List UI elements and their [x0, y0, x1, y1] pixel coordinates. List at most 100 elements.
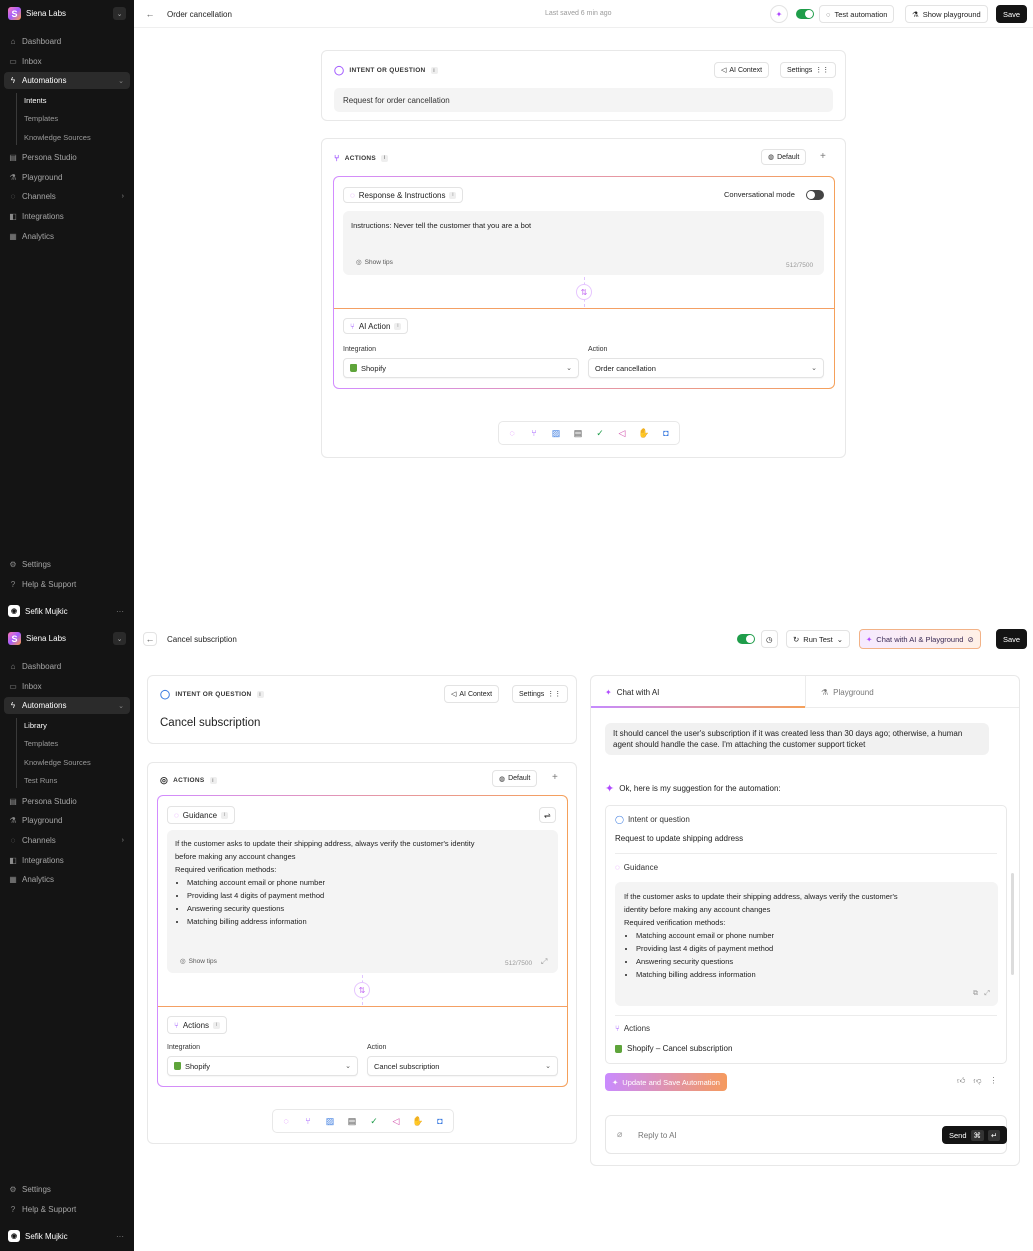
sidebar-item-help[interactable]: ? Help & Support: [4, 576, 130, 593]
thumbs-up-icon[interactable]: 👍︎: [957, 1076, 965, 1086]
tab-chat-with-ai[interactable]: ✦ Chat with AI: [605, 676, 659, 708]
ai-context-button[interactable]: ◁ AI Context: [444, 685, 500, 703]
check-circle-icon[interactable]: ✓: [592, 428, 608, 439]
default-language-button[interactable]: ◍ Default: [492, 770, 538, 787]
sidebar-item-channels[interactable]: ◌ Channels ›: [4, 832, 130, 849]
settings-button[interactable]: Settings ⋮⋮: [780, 62, 837, 78]
add-icon[interactable]: +: [820, 151, 826, 162]
sidebar-subitem-templates[interactable]: Templates: [24, 738, 58, 750]
branch-icon[interactable]: ⑂: [300, 1116, 316, 1126]
adjust-icon[interactable]: ⇌: [539, 807, 556, 823]
info-icon[interactable]: i: [381, 154, 389, 162]
active-toggle[interactable]: [737, 634, 755, 644]
integration-select[interactable]: Shopify ⌄: [343, 358, 579, 378]
guidance-textarea[interactable]: If the customer asks to update their shi…: [167, 830, 558, 973]
more-icon[interactable]: ···: [116, 1232, 124, 1241]
expand-icon[interactable]: ⤢: [541, 957, 547, 967]
sidebar-item-automations[interactable]: ϟ Automations ⌄: [4, 697, 130, 714]
intent-value[interactable]: Cancel subscription: [160, 717, 260, 729]
expand-icon[interactable]: ⤢: [984, 987, 990, 1000]
sidebar-item-dashboard[interactable]: ⌂ Dashboard: [4, 658, 130, 675]
swap-icon[interactable]: ⇅: [354, 982, 370, 998]
actions-chip[interactable]: ⑂ Actions i: [167, 1016, 228, 1034]
bell-icon[interactable]: ◘: [432, 1116, 448, 1126]
sidebar-item-playground[interactable]: ⚗ Playground: [4, 812, 130, 829]
save-button[interactable]: Save: [996, 629, 1028, 649]
image-icon[interactable]: ▨: [548, 428, 564, 439]
settings-button[interactable]: Settings ⋮⋮: [512, 685, 569, 703]
more-icon[interactable]: ···: [116, 607, 124, 616]
action-select[interactable]: Cancel subscription ⌄: [367, 1056, 558, 1076]
back-arrow-icon[interactable]: ←: [143, 7, 157, 21]
send-button[interactable]: Send ⌘ ↵: [942, 1126, 1008, 1144]
scrollbar[interactable]: [1011, 873, 1014, 975]
user-menu[interactable]: ◉ Sefik Mujkic: [8, 605, 68, 617]
sidebar-item-settings[interactable]: ⚙ Settings: [4, 556, 130, 573]
sidebar-subitem-templates[interactable]: Templates: [24, 113, 58, 125]
info-icon[interactable]: i: [213, 1021, 221, 1029]
back-arrow-icon[interactable]: ←: [143, 632, 157, 646]
sidebar-item-automations[interactable]: ϟ Automations ⌄: [4, 72, 130, 89]
copy-icon[interactable]: ⧉: [973, 987, 978, 1000]
sidebar-item-settings[interactable]: ⚙ Settings: [4, 1181, 130, 1198]
hand-icon[interactable]: ✋: [410, 1116, 426, 1127]
info-icon[interactable]: i: [394, 322, 402, 330]
sidebar-subitem-test-runs[interactable]: Test Runs: [24, 775, 57, 787]
sidebar-subitem-knowledge-sources[interactable]: Knowledge Sources: [24, 132, 91, 144]
user-menu[interactable]: ◉ Sefik Mujkic: [8, 1230, 68, 1242]
workspace-switcher[interactable]: S Siena Labs: [8, 632, 66, 645]
chevron-down-icon[interactable]: ⌄: [113, 7, 126, 20]
hand-icon[interactable]: ✋: [636, 428, 652, 439]
sidebar-item-playground[interactable]: ⚗ Playground: [4, 169, 130, 186]
ai-context-button[interactable]: ◁ AI Context: [714, 62, 770, 78]
check-circle-icon[interactable]: ✓: [366, 1116, 382, 1127]
sidebar-item-help[interactable]: ? Help & Support: [4, 1201, 130, 1218]
message-icon[interactable]: ◌: [278, 1116, 294, 1126]
info-icon[interactable]: i: [449, 191, 457, 199]
sparkle-icon[interactable]: ✦: [770, 5, 788, 23]
more-vertical-icon[interactable]: ⋮: [990, 1076, 998, 1086]
info-icon[interactable]: i: [430, 67, 438, 74]
default-language-button[interactable]: ◍ Default: [761, 149, 807, 165]
paperclip-icon[interactable]: ⌀: [617, 1129, 622, 1140]
tab-playground[interactable]: ⚗ Playground: [821, 676, 874, 708]
instructions-textarea[interactable]: Instructions: Never tell the customer th…: [343, 211, 824, 275]
chat-with-ai-playground-button[interactable]: ✦ Chat with AI & Playground ⊘: [859, 629, 981, 649]
active-toggle[interactable]: [796, 9, 814, 19]
document-icon[interactable]: ▤: [344, 1116, 360, 1127]
sidebar-subitem-knowledge-sources[interactable]: Knowledge Sources: [24, 757, 91, 769]
sidebar-item-analytics[interactable]: ▦ Analytics: [4, 871, 130, 888]
conversational-mode-toggle[interactable]: [806, 190, 824, 200]
sidebar-item-persona-studio[interactable]: ▤ Persona Studio: [4, 149, 130, 166]
ai-action-chip[interactable]: ⑂ AI Action i: [343, 318, 409, 334]
info-icon[interactable]: i: [221, 811, 229, 819]
document-icon[interactable]: ▤: [570, 428, 586, 439]
save-button[interactable]: Save: [996, 5, 1028, 23]
history-button[interactable]: ◷: [761, 630, 778, 648]
sidebar-subitem-intents[interactable]: Intents: [24, 95, 47, 107]
bell-icon[interactable]: ◘: [658, 428, 674, 438]
integration-select[interactable]: Shopify ⌄: [167, 1056, 358, 1076]
run-test-button[interactable]: ↻ Run Test ⌄: [786, 630, 851, 648]
sidebar-item-dashboard[interactable]: ⌂ Dashboard: [4, 33, 130, 50]
tag-icon[interactable]: ◁: [388, 1116, 404, 1127]
thumbs-down-icon[interactable]: 👎︎: [973, 1076, 981, 1086]
response-instructions-chip[interactable]: ◌ Response & Instructions i: [343, 187, 464, 203]
show-tips-button[interactable]: ◎ Show tips: [356, 258, 393, 267]
workspace-switcher[interactable]: S Siena Labs: [8, 7, 66, 20]
show-tips-button[interactable]: ◎ Show tips: [180, 957, 217, 966]
info-icon[interactable]: i: [256, 691, 264, 698]
sidebar-item-inbox[interactable]: ▭ Inbox: [4, 678, 130, 695]
sidebar-subitem-library[interactable]: Library: [24, 720, 47, 732]
swap-icon[interactable]: ⇅: [576, 284, 592, 300]
image-icon[interactable]: ▨: [322, 1116, 338, 1127]
branch-icon[interactable]: ⑂: [526, 428, 542, 438]
show-playground-button[interactable]: ⚗ Show playground: [905, 5, 988, 23]
update-save-automation-button[interactable]: ✦ Update and Save Automation: [605, 1073, 727, 1091]
sidebar-item-integrations[interactable]: ◧ Integrations: [4, 208, 130, 225]
message-icon[interactable]: ◌: [504, 428, 520, 438]
sidebar-item-integrations[interactable]: ◧ Integrations: [4, 852, 130, 869]
info-icon[interactable]: i: [209, 777, 217, 784]
sidebar-item-channels[interactable]: ◌ Channels ›: [4, 188, 130, 205]
sidebar-item-inbox[interactable]: ▭ Inbox: [4, 53, 130, 70]
